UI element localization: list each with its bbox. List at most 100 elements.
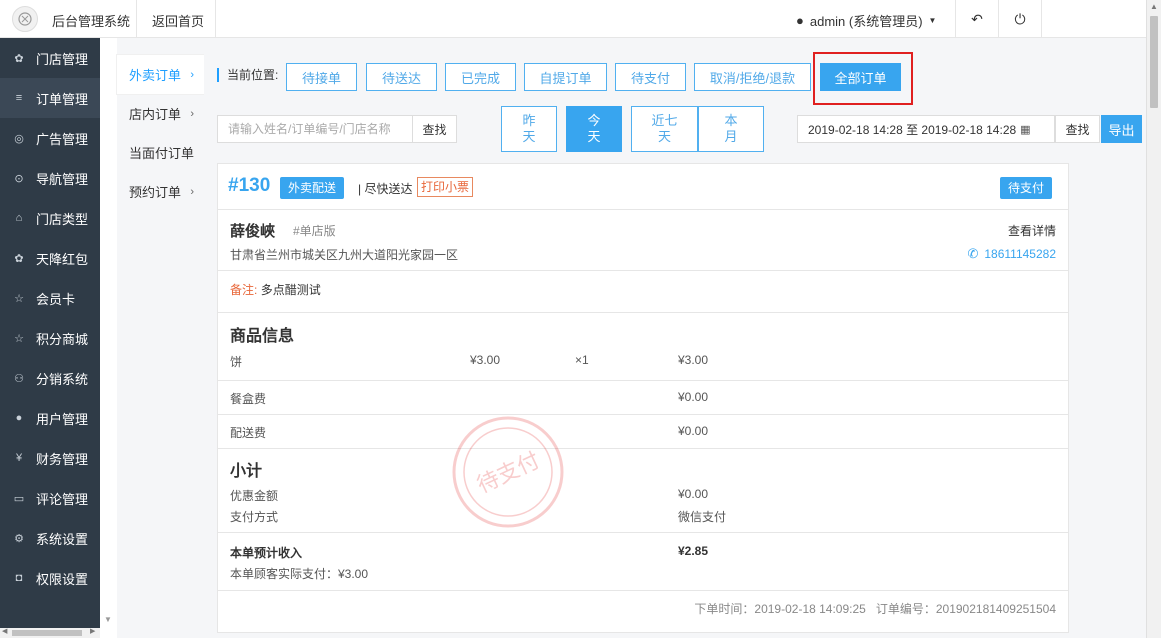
- sidebar-item-store-type[interactable]: ⌂ 门店类型: [0, 198, 100, 238]
- sidebar-item-orders[interactable]: ≡ 订单管理: [0, 78, 100, 118]
- calendar-icon: ▦: [1020, 123, 1031, 136]
- sidebar-item-label: 分销系统: [36, 371, 89, 387]
- sidebar-item-settings[interactable]: ⚙ 系统设置: [0, 518, 100, 558]
- sidebar-item-label: 系统设置: [36, 531, 89, 547]
- sidebar-item-distribution[interactable]: ⚇ 分销系统: [0, 358, 100, 398]
- divider: [218, 414, 1068, 415]
- subnav-item-face-pay[interactable]: 当面付订单: [117, 133, 204, 172]
- remark-text: 多点醋测试: [260, 283, 321, 297]
- sidebar-item-label: 门店管理: [36, 51, 89, 67]
- box-fee-label: 餐盒费: [230, 392, 267, 406]
- logo: [12, 6, 38, 32]
- subnav-item-label: 店内订单: [129, 107, 182, 122]
- search-input[interactable]: 请输入姓名/订单编号/门店名称: [217, 115, 413, 143]
- filter-today[interactable]: 今天: [566, 106, 622, 152]
- tab-pending-payment[interactable]: 待支付: [615, 63, 686, 91]
- tab-self-pickup[interactable]: 自提订单: [524, 63, 607, 91]
- filter-last-seven-days[interactable]: 近七天: [631, 106, 698, 152]
- divider: [218, 590, 1068, 591]
- lifebuoy-icon: ◎: [14, 132, 24, 145]
- day-label: 天: [587, 129, 601, 144]
- caret-down-icon: ▼: [928, 16, 937, 25]
- divider: [218, 532, 1068, 533]
- goods-name: 饼: [230, 355, 243, 369]
- gift-icon: ✿: [14, 252, 24, 265]
- sidebar-item-finance[interactable]: ¥ 财务管理: [0, 438, 100, 478]
- sidebar-item-label: 财务管理: [36, 451, 89, 467]
- tab-pending-delivery[interactable]: 待送达: [366, 63, 437, 91]
- chevron-right-icon: ›: [190, 185, 194, 198]
- day-label: 天: [657, 129, 671, 144]
- user-menu[interactable]: ● admin (系统管理员) ▼: [796, 11, 936, 30]
- tab-completed[interactable]: 已完成: [445, 63, 516, 91]
- logout-button[interactable]: ⏻: [1000, 0, 1040, 38]
- order-time: 下单时间：2019-02-18 14:09:25: [694, 602, 866, 616]
- day-label: 今: [587, 113, 601, 128]
- date-search-button[interactable]: 查找: [1055, 115, 1100, 143]
- gear-icon: ⚙: [14, 532, 24, 545]
- goods-section-title: 商品信息: [230, 328, 295, 345]
- vertical-scrollbar[interactable]: ▲: [1146, 0, 1161, 638]
- sidebar-item-label: 门店类型: [36, 211, 89, 227]
- print-receipt-button[interactable]: 打印小票: [417, 177, 474, 197]
- date-range-input[interactable]: 2019-02-18 14:28 至 2019-02-18 14:28 ▦: [797, 115, 1055, 143]
- divider: [218, 380, 1068, 381]
- sidebar-item-users[interactable]: ● 用户管理: [0, 398, 100, 438]
- logo-icon: [18, 12, 32, 26]
- subnav-item-dine-in[interactable]: 店内订单 ›: [117, 94, 204, 133]
- back-home-link[interactable]: 返回首页: [152, 11, 204, 30]
- sidebar-item-red-packet[interactable]: ✿ 天降红包: [0, 238, 100, 278]
- tab-pending-accept[interactable]: 待接单: [286, 63, 357, 91]
- order-number: #130: [228, 175, 271, 196]
- sidebar-item-label: 积分商城: [36, 331, 89, 347]
- star-icon: ☆: [14, 332, 24, 345]
- sidebar-item-ads[interactable]: ◎ 广告管理: [0, 118, 100, 158]
- header-divider: [215, 0, 216, 38]
- scroll-up-icon[interactable]: ▲: [1150, 2, 1158, 11]
- filter-this-month[interactable]: 本月: [698, 106, 764, 152]
- comment-icon: ▭: [13, 492, 25, 505]
- subnav-item-label: 当面付订单: [129, 146, 195, 161]
- search-button[interactable]: 查找: [412, 115, 457, 143]
- order-card: #130 外卖配送 | 尽快送达 打印小票 待支付 薛俊峽 #单店版 查看详情 …: [217, 163, 1069, 633]
- customer-phone[interactable]: ✆ 18611145282: [967, 246, 1056, 262]
- stamp-text: 待支付: [473, 448, 543, 499]
- power-icon: ⏻: [1014, 10, 1026, 27]
- remark-label: 备注:: [230, 283, 258, 297]
- sidebar-item-permissions[interactable]: ◘ 权限设置: [0, 558, 100, 598]
- tab-cancelled-refund[interactable]: 取消/拒绝/退款: [694, 63, 811, 91]
- subtotal-section-title: 小计: [230, 463, 263, 480]
- sidebar-item-points-mall[interactable]: ☆ 积分商城: [0, 318, 100, 358]
- order-meta: 下单时间：2019-02-18 14:09:25 订单编号：2019021814…: [694, 600, 1056, 617]
- goods-quantity: ×1: [575, 353, 589, 367]
- sidebar-item-member-card[interactable]: ☆ 会员卡: [0, 278, 100, 318]
- pending-payment-stamp: 待支付: [452, 416, 564, 528]
- sidebar-item-comments[interactable]: ▭ 评论管理: [0, 478, 100, 518]
- horizontal-scrollbar[interactable]: ◀ ▶: [0, 628, 100, 638]
- export-button[interactable]: 导出: [1101, 115, 1142, 143]
- delivery-fee-label: 配送费: [230, 426, 267, 440]
- sidebar-scroll-down-icon[interactable]: ▼: [104, 615, 112, 624]
- sidebar-item-store[interactable]: ✿ 门店管理: [0, 38, 100, 78]
- day-label: 昨: [522, 113, 536, 128]
- star-icon: ☆: [14, 292, 24, 305]
- subnav-item-label: 外卖订单: [129, 68, 182, 83]
- subnav-item-reservation[interactable]: 预约订单 ›: [117, 172, 204, 211]
- scroll-left-icon[interactable]: ◀: [2, 627, 7, 635]
- scroll-right-icon[interactable]: ▶: [90, 627, 95, 635]
- yen-icon: ¥: [15, 452, 23, 464]
- customer-name: 薛俊峽: [230, 223, 276, 240]
- filter-yesterday[interactable]: 昨天: [501, 106, 557, 152]
- sidebar-item-navigation[interactable]: ⊙ 导航管理: [0, 158, 100, 198]
- back-button[interactable]: ↶: [957, 0, 997, 38]
- scrollbar-thumb[interactable]: [1150, 16, 1158, 108]
- sidebar-item-label: 会员卡: [36, 291, 76, 307]
- subnav-item-takeout[interactable]: 外卖订单 ›: [117, 55, 204, 94]
- customer-address: 甘肃省兰州市城关区九州大道阳光家园一区: [230, 248, 459, 262]
- view-detail-link[interactable]: 查看详情: [1008, 222, 1056, 239]
- box-fee-value: ¥0.00: [678, 390, 709, 404]
- income-value: ¥2.85: [678, 544, 709, 558]
- list-icon: ≡: [15, 92, 23, 104]
- sidebar-item-label: 导航管理: [36, 171, 89, 187]
- scrollbar-thumb[interactable]: [12, 630, 82, 636]
